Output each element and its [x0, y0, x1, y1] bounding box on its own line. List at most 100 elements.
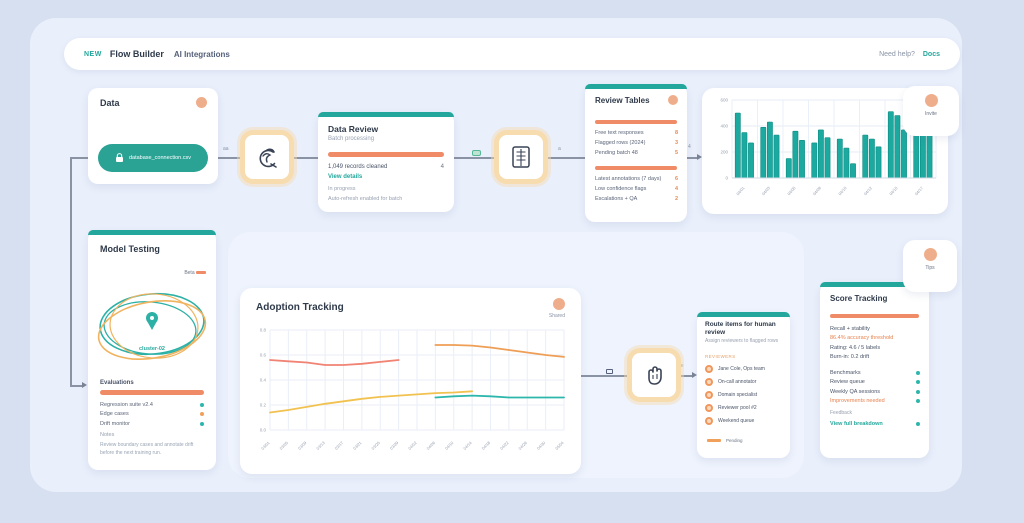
tips-label: Tips [925, 265, 935, 271]
review-tables-title: Review Tables [595, 96, 650, 105]
score-row: Rating: 4.6 / 5 labels [830, 343, 920, 353]
status-mini-dot [916, 370, 920, 375]
svg-text:03/29: 03/29 [389, 440, 400, 451]
invite-chip[interactable]: Invite [903, 86, 959, 136]
table-row: Free text responses 8 [595, 128, 678, 138]
row-label: Rating: 4.6 / 5 labels [830, 344, 881, 351]
checklist-title: Route items for human review [705, 321, 776, 336]
full-breakdown-link[interactable]: View full breakdown [830, 421, 883, 427]
row-value: 4 [674, 186, 678, 192]
reviewer-name: Weekend queue [718, 417, 755, 424]
line-chart: 03/01 03/05 03/09 03/13 03/17 03/21 03/25 03/29… [260, 328, 566, 451]
score-row: Recall + stability [830, 324, 920, 334]
row-label: Recall + stability [830, 325, 870, 332]
connector-icon2-c [548, 157, 585, 159]
model-testing-card: Model Testing Beta cluster-02 Evaluation… [88, 230, 216, 470]
table-row: Flagged rows (2024) 3 [595, 138, 678, 148]
feedback-label: Feedback [830, 410, 852, 416]
review-tables-section-2: Latest annotations (7 days) 6 Low confiden… [595, 174, 678, 204]
reviewer-icon [705, 403, 713, 412]
status-mini-dot [916, 380, 920, 385]
row-label: Benchmarks [830, 369, 861, 376]
svg-text:03/17: 03/17 [334, 440, 345, 451]
score-row: Review queue [830, 378, 920, 388]
data-source-card: Data database_connection.csv [88, 88, 218, 184]
reviewer-icon [705, 390, 713, 399]
new-badge: NEW [84, 50, 102, 58]
pin-label: cluster-02 [139, 346, 165, 352]
score-tracking-card: Score Tracking Recall + stability 86.4% a… [820, 282, 929, 458]
row-value: 2 [674, 196, 678, 202]
view-details-link[interactable]: View details [328, 174, 362, 180]
score-title: Score Tracking [830, 294, 888, 303]
invite-label: Invite [925, 111, 937, 117]
review-line-2: Auto-refresh enabled for batch [328, 196, 403, 202]
row-value: 8 [674, 130, 678, 136]
human-review-node[interactable] [627, 348, 681, 402]
row-label: 86.4% accuracy threshold [830, 335, 894, 342]
list-item[interactable]: Weekend queue [705, 414, 784, 427]
model-testing-title: Model Testing [100, 244, 160, 254]
reviewer-name: On-call annotator [718, 378, 757, 385]
reviewer-name: Domain specialist [718, 391, 758, 398]
connector-b-icon2 [454, 157, 494, 159]
svg-text:04/10: 04/10 [444, 440, 455, 451]
svg-text:0: 0 [725, 176, 728, 181]
svg-text:04/14: 04/14 [462, 440, 473, 451]
stat-value: 4 [440, 164, 444, 170]
connector-label-3: 4 [688, 144, 691, 150]
checklist-subtitle: Assign reviewers to flagged rows [705, 338, 779, 344]
row-label: Pending batch 48 [595, 150, 638, 156]
section-divider-bar [100, 390, 204, 395]
evaluations-label: Evaluations [100, 380, 134, 386]
reviewer-icon [705, 377, 713, 386]
svg-text:04/02: 04/02 [407, 440, 418, 451]
data-review-title: Data Review [328, 124, 379, 134]
status-mini-dot [200, 402, 204, 407]
connector-into-testing [70, 385, 82, 387]
svg-text:03/21: 03/21 [352, 440, 363, 451]
status-mini-dot [200, 412, 204, 417]
mail-chip-icon [606, 369, 613, 374]
score-row: Burn-in: 0.2 drift [830, 353, 920, 363]
svg-text:03/05: 03/05 [278, 440, 289, 451]
reviewer-name: Jane Cole, Ops team [718, 365, 765, 372]
lock-icon [115, 153, 123, 162]
svg-text:04/06: 04/06 [425, 440, 436, 451]
row-label: Review queue [830, 379, 865, 386]
report-step-node[interactable] [494, 130, 548, 184]
review-tables-section-1: Free text responses 8 Flagged rows (2024) 3… [595, 128, 678, 158]
hand-icon [648, 366, 662, 385]
docs-link[interactable]: Docs [923, 51, 940, 58]
stat-label: 1,049 records cleaned [328, 164, 388, 170]
data-source-button[interactable]: database_connection.csv [98, 144, 208, 172]
evaluation-row: Edge cases [100, 410, 204, 420]
score-row: Benchmarks [830, 368, 920, 378]
row-label: Burn-in: 0.2 drift [830, 354, 870, 361]
list-item[interactable]: Domain specialist [705, 388, 784, 401]
status-dot [196, 97, 207, 108]
adoption-corner-label: Shared [548, 313, 565, 319]
app-subtitle: AI Integrations [173, 49, 230, 59]
svg-text:04/08: 04/08 [812, 185, 823, 196]
status-mini-dot [916, 389, 920, 394]
transform-chip-icon [472, 150, 481, 156]
table-row: Escalations + QA 2 [595, 194, 678, 204]
list-item[interactable]: Jane Cole, Ops team [705, 362, 784, 375]
score-rows-a: Recall + stability 86.4% accuracy thresho… [830, 324, 920, 362]
pending-legend: Pending [707, 438, 743, 443]
svg-text:03/09: 03/09 [297, 440, 308, 451]
footer-dot [916, 422, 920, 426]
svg-text:04/17: 04/17 [914, 185, 925, 196]
beta-legend: Beta [184, 270, 206, 276]
reviewers-label: REVIEWERS [705, 354, 736, 359]
ai-step-node[interactable] [240, 130, 294, 184]
tips-chip[interactable]: Tips [903, 240, 957, 292]
row-label: Weekly QA sessions [830, 388, 881, 395]
adoption-title: Adoption Tracking [256, 302, 344, 313]
reviewer-name: Reviewer pool #2 [718, 404, 757, 411]
list-item[interactable]: On-call annotator [705, 375, 784, 388]
list-item[interactable]: Reviewer pool #2 [705, 401, 784, 414]
app-title: Flow Builder [109, 49, 164, 59]
avatar-dot [924, 94, 938, 107]
